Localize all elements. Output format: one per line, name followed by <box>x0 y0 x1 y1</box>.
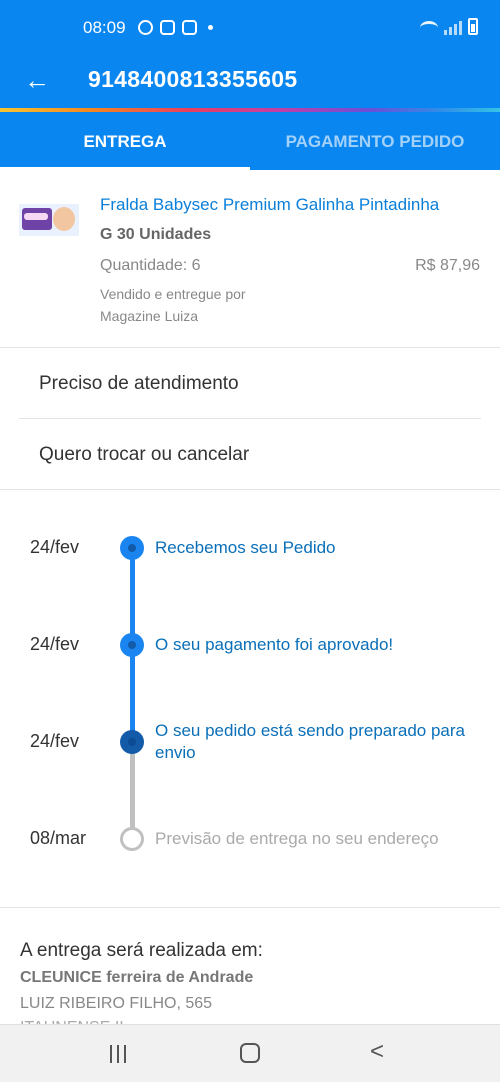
timeline-step-text: Recebemos seu Pedido <box>155 538 336 557</box>
wifi-icon <box>420 21 438 35</box>
notification-icons <box>138 20 213 35</box>
timeline-step-current-icon <box>120 730 144 754</box>
app-bar: ← 9148400813355605 <box>0 58 500 110</box>
timeline-step-text: Previsão de entrega no seu endereço <box>155 829 439 848</box>
delivery-recipient: CLEUNICE ferreira de Andrade <box>20 969 254 986</box>
tab-bar: ENTREGA PAGAMENTO PEDIDO <box>0 112 500 170</box>
menu-item-trocar-cancelar[interactable]: Quero trocar ou cancelar <box>19 420 481 490</box>
gallery-icon <box>160 20 175 35</box>
order-number-title: 9148400813355605 <box>88 66 298 92</box>
timeline-step-text: O seu pedido está sendo preparado para e… <box>155 721 466 762</box>
timeline-date: 24/fev <box>30 634 80 654</box>
timeline-pending-line <box>130 741 135 838</box>
product-variant: G 30 Unidades <box>100 226 212 243</box>
signal-icon <box>444 21 462 35</box>
product-name[interactable]: Fralda Babysec Premium Galinha Pintadinh… <box>100 194 485 216</box>
delivery-address-section: A entrega será realizada em: CLEUNICE fe… <box>0 907 500 1029</box>
timeline-step-pending-icon <box>120 827 144 851</box>
timeline-date: 24/fev <box>30 537 80 557</box>
product-price: R$ 87,96 <box>415 257 480 274</box>
status-bar: 08:09 <box>0 0 500 58</box>
delivery-title: A entrega será realizada em: <box>20 940 263 961</box>
timeline-date: 24/fev <box>30 731 80 751</box>
system-icons <box>420 18 478 35</box>
product-card[interactable]: Fralda Babysec Premium Galinha Pintadinh… <box>0 170 500 348</box>
timeline-step-done-icon <box>120 633 144 657</box>
battery-icon <box>468 18 478 35</box>
whatsapp-icon <box>138 20 153 35</box>
product-quantity: Quantidade: 6 <box>100 257 201 274</box>
tab-entrega[interactable]: ENTREGA <box>0 112 250 170</box>
system-nav-bar: < <box>0 1024 500 1082</box>
recent-apps-icon[interactable] <box>110 1045 126 1063</box>
status-time: 08:09 <box>83 18 126 37</box>
product-thumbnail <box>19 204 79 236</box>
back-arrow-icon[interactable]: ← <box>22 65 52 95</box>
seller-name: Magazine Luiza <box>100 308 199 324</box>
menu-item-preciso-atendimento[interactable]: Preciso de atendimento <box>19 349 481 419</box>
section-divider <box>0 489 500 490</box>
home-icon[interactable] <box>240 1043 260 1063</box>
delivery-address: LUIZ RIBEIRO FILHO, 565 <box>20 995 213 1012</box>
more-notifications-icon <box>208 25 213 30</box>
tab-pagamento-pedido[interactable]: PAGAMENTO PEDIDO <box>250 112 500 170</box>
timeline-step-text: O seu pagamento foi aprovado! <box>155 635 394 654</box>
instagram-icon <box>182 20 197 35</box>
timeline-date: 08/mar <box>30 828 87 848</box>
chevron-left-icon[interactable]: < <box>370 1038 384 1066</box>
seller-label: Vendido e entregue por <box>100 286 246 302</box>
timeline-step-done-icon <box>120 536 144 560</box>
